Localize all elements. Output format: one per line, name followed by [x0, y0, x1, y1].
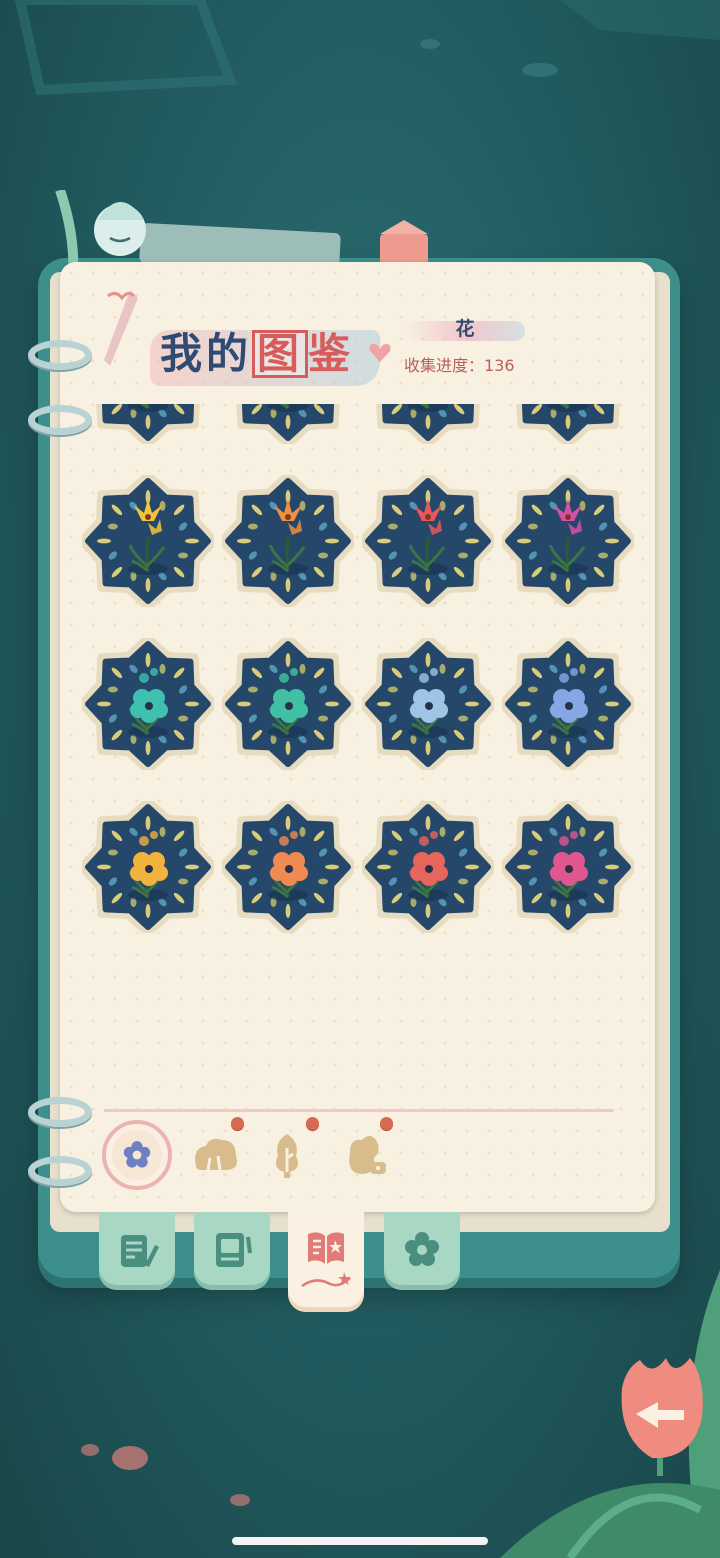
pansy-flower-icon [502, 638, 634, 770]
flower-card-pansy[interactable] [82, 638, 214, 770]
category-tab-bush[interactable] [180, 1120, 250, 1190]
pansy-flower-icon [82, 638, 214, 770]
category-tab-divider [104, 1109, 614, 1112]
flower-card-pansy[interactable] [502, 638, 634, 770]
page-title: 我的图鉴 [160, 320, 354, 381]
flower-card-pansy[interactable] [362, 801, 494, 933]
title-block: 我的图鉴 [104, 290, 391, 400]
pencil-icon [104, 290, 138, 366]
flower-grid-viewport[interactable] [78, 404, 640, 984]
iris-flower-icon [376, 404, 480, 444]
category-tab-flower[interactable] [102, 1120, 172, 1190]
active-tab-underline-deco [301, 1272, 351, 1288]
title-text-2: 鉴 [308, 329, 355, 378]
pansy-flower-icon [362, 801, 494, 933]
book-tab-notes[interactable] [99, 1212, 175, 1290]
collection-progress: 收集进度：136 [404, 352, 515, 376]
notes-icon [121, 1235, 159, 1267]
category-tab-fruit[interactable] [328, 1120, 398, 1190]
book-tab-encyclopedia[interactable] [288, 1212, 364, 1312]
flower-card-iris[interactable] [222, 404, 354, 444]
home-indicator[interactable] [232, 1537, 488, 1545]
progress-label: 收集进度： [404, 356, 485, 375]
flower-icon [123, 1141, 151, 1168]
flower-card-lily[interactable] [222, 475, 354, 607]
lily-flower-icon [222, 475, 354, 607]
back-button[interactable] [612, 1348, 708, 1478]
pansy-flower-icon [82, 801, 214, 933]
title-text-1: 我的 [160, 329, 253, 378]
flower-card-lily[interactable] [82, 475, 214, 607]
pansy-flower-icon [222, 801, 354, 933]
pansy-flower-icon [222, 638, 354, 770]
flower-card-iris[interactable] [502, 404, 634, 444]
tree-icon [276, 1134, 298, 1178]
flower-card-iris[interactable] [82, 404, 214, 444]
lily-flower-icon [82, 475, 214, 607]
petals-deco [81, 1444, 250, 1506]
binder-ring [28, 1156, 92, 1186]
encyclopedia-icon [308, 1232, 344, 1264]
iris-flower-icon [516, 404, 620, 444]
book-tab-album[interactable] [194, 1212, 270, 1290]
bush-icon [195, 1138, 237, 1171]
heart-icon [369, 344, 391, 362]
fruit-icon [349, 1136, 386, 1174]
iris-flower-icon [236, 404, 340, 444]
lily-flower-icon [502, 475, 634, 607]
flower-card-iris[interactable] [362, 404, 494, 444]
flower-card-pansy[interactable] [362, 638, 494, 770]
flower-card-pansy[interactable] [222, 801, 354, 933]
flower-card-lily[interactable] [362, 475, 494, 607]
flower-card-pansy[interactable] [82, 801, 214, 933]
progress-value: 136 [484, 356, 515, 375]
tulip-back-icon [621, 1358, 703, 1476]
iris-flower-icon [96, 404, 200, 444]
binder-ring [28, 1097, 92, 1127]
pansy-flower-icon [362, 638, 494, 770]
album-icon [216, 1233, 252, 1267]
flower-card-pansy[interactable] [222, 638, 354, 770]
book-tab-garden[interactable] [384, 1212, 460, 1290]
category-title: 花 [455, 318, 475, 340]
flower-card-lily[interactable] [502, 475, 634, 607]
flower-tab-icon [405, 1232, 439, 1266]
pansy-flower-icon [502, 801, 634, 933]
binder-ring [28, 340, 92, 370]
category-tab-tree[interactable] [252, 1120, 322, 1190]
lily-flower-icon [362, 475, 494, 607]
flower-card-pansy[interactable] [502, 801, 634, 933]
title-text-boxed: 图 [252, 330, 309, 378]
